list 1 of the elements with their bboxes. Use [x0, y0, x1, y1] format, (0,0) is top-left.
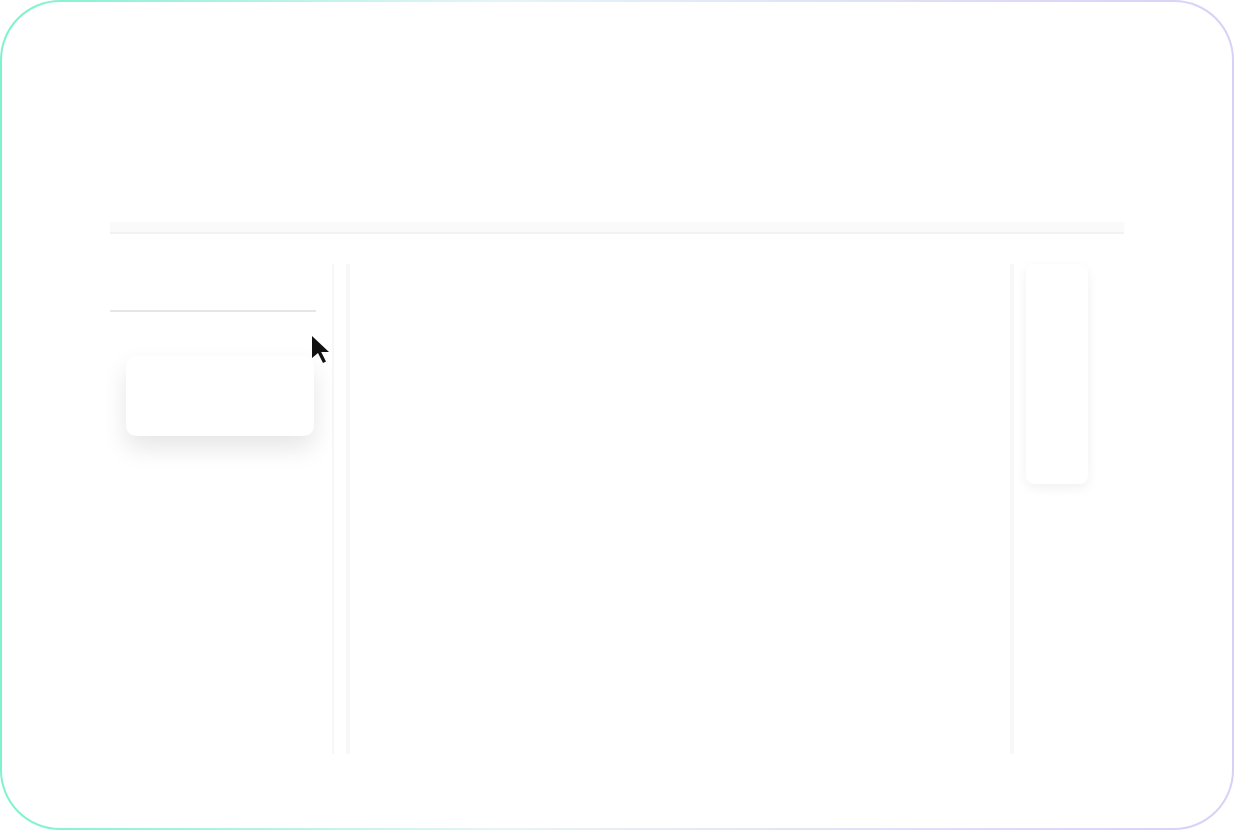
cursor-icon	[312, 336, 332, 364]
